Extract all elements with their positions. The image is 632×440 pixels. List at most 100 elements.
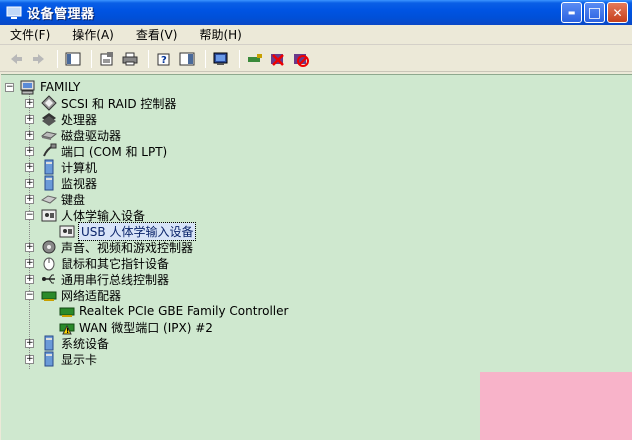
expand-toggle[interactable]: + — [25, 339, 34, 348]
processor-icon — [41, 111, 57, 127]
minimize-button[interactable]: ▬ — [561, 2, 582, 23]
hid-device-icon — [59, 223, 75, 239]
close-button[interactable]: ✕ — [607, 2, 628, 23]
menu-bar: 文件(F) 操作(A) 查看(V) 帮助(H) — [0, 25, 632, 45]
uninstall-device-button[interactable] — [291, 49, 311, 69]
menu-help[interactable]: 帮助(H) — [193, 26, 247, 43]
tree-item-label: 鼠标和其它指针设备 — [61, 256, 170, 271]
tree-item-disk[interactable]: + 磁盘驱动器 — [25, 127, 121, 143]
forward-button[interactable] — [29, 49, 49, 69]
properties-button[interactable] — [97, 49, 117, 69]
help-button[interactable]: ? — [154, 49, 174, 69]
tree-item-label: 处理器 — [61, 112, 98, 127]
forward-icon — [33, 53, 44, 64]
system-device-icon — [41, 335, 57, 351]
collapse-toggle[interactable]: − — [25, 291, 34, 300]
warning-network-icon: ! — [59, 319, 75, 335]
expand-toggle[interactable]: + — [25, 195, 34, 204]
back-button[interactable] — [6, 49, 26, 69]
mouse-icon — [41, 255, 57, 271]
expand-toggle[interactable]: + — [25, 147, 34, 156]
expand-toggle[interactable]: + — [25, 131, 34, 140]
usb-icon — [41, 271, 57, 287]
expand-toggle[interactable]: + — [25, 243, 34, 252]
network-adapter-icon — [41, 287, 57, 303]
tree-item-network[interactable]: − 网络适配器 — [25, 287, 121, 303]
menu-view[interactable]: 查看(V) — [130, 26, 184, 43]
console-tree-icon — [65, 52, 81, 65]
maximize-button[interactable]: □ — [584, 2, 605, 23]
expand-toggle[interactable]: + — [25, 163, 34, 172]
tree-item-label: 网络适配器 — [61, 288, 122, 303]
tree-item-usb-hid[interactable]: USB 人体学输入设备 — [59, 221, 197, 241]
display-adapter-icon — [41, 351, 57, 367]
tree-item-system[interactable]: + 系统设备 — [25, 335, 109, 351]
computer-icon — [41, 159, 57, 175]
print-button[interactable] — [120, 49, 140, 69]
menu-action[interactable]: 操作(A) — [66, 26, 120, 43]
title-bar: 设备管理器 ▬ □ ✕ — [0, 0, 632, 25]
tree-item-label: 计算机 — [61, 160, 98, 175]
expand-toggle[interactable]: + — [25, 259, 34, 268]
scsi-controller-icon — [41, 95, 57, 111]
tree-item-hid[interactable]: − 人体学输入设备 — [25, 207, 145, 223]
tree-item-ports[interactable]: + 端口 (COM 和 LPT) — [25, 143, 167, 159]
update-driver-icon — [248, 53, 262, 62]
tree-item-label: 端口 (COM 和 LPT) — [61, 144, 168, 159]
back-icon — [11, 53, 22, 64]
tree-item-sound[interactable]: + 声音、视频和游戏控制器 — [25, 239, 193, 255]
tree-item-monitor[interactable]: + 监视器 — [25, 175, 97, 191]
port-icon — [41, 143, 57, 159]
tree-item-label: 通用串行总线控制器 — [61, 272, 170, 287]
network-card-icon — [59, 303, 75, 319]
minimize-icon: ▬ — [567, 8, 576, 17]
computer-icon — [20, 79, 36, 95]
expand-toggle[interactable]: + — [25, 355, 34, 364]
tree-item-display[interactable]: + 显示卡 — [25, 351, 97, 367]
tree-item-label: 键盘 — [61, 192, 86, 207]
show-hide-button[interactable] — [177, 49, 197, 69]
expand-toggle[interactable]: + — [25, 115, 34, 124]
tree-item-label: 系统设备 — [61, 336, 110, 351]
hid-icon — [41, 207, 57, 223]
close-icon: ✕ — [612, 5, 623, 20]
tree-item-computer[interactable]: + 计算机 — [25, 159, 97, 175]
tree-root[interactable]: − FAMILY — [4, 79, 80, 95]
disable-device-button[interactable] — [268, 49, 288, 69]
tree-root-label: FAMILY — [40, 80, 81, 94]
sound-icon — [41, 239, 57, 255]
help-icon: ? — [157, 53, 170, 66]
keyboard-icon — [40, 191, 58, 207]
disable-device-icon — [271, 53, 284, 66]
expand-toggle[interactable]: + — [25, 99, 34, 108]
tree-item-mouse[interactable]: + 鼠标和其它指针设备 — [25, 255, 169, 271]
tree-item-usb[interactable]: + 通用串行总线控制器 — [25, 271, 169, 287]
tree-item-label: 磁盘驱动器 — [61, 128, 122, 143]
properties-icon — [100, 51, 113, 65]
tree-item-realtek[interactable]: Realtek PCIe GBE Family Controller — [59, 303, 288, 319]
expand-toggle[interactable]: + — [25, 275, 34, 284]
tree-item-label: SCSI 和 RAID 控制器 — [61, 96, 177, 111]
collapse-toggle[interactable]: − — [25, 211, 34, 220]
tree-item-label: 显示卡 — [61, 352, 98, 367]
tree-item-label: USB 人体学输入设备 — [77, 221, 197, 241]
svg-text:?: ? — [161, 55, 167, 66]
tree-item-label: WAN 微型端口 (IPX) #2 — [79, 320, 213, 335]
maximize-icon: □ — [587, 4, 602, 21]
print-icon — [122, 52, 138, 65]
monitor-icon — [41, 175, 57, 191]
toolbar: ? — [0, 46, 632, 72]
update-driver-button[interactable] — [245, 49, 265, 69]
menu-file[interactable]: 文件(F) — [4, 26, 56, 43]
console-tree-button[interactable] — [63, 49, 83, 69]
tree-item-keyboard[interactable]: + 键盘 — [25, 191, 85, 207]
tree-item-wan[interactable]: ! WAN 微型端口 (IPX) #2 — [59, 319, 213, 335]
expand-toggle[interactable]: + — [25, 179, 34, 188]
tree-item-processor[interactable]: + 处理器 — [25, 111, 97, 127]
show-hide-icon — [179, 52, 195, 65]
tree-item-label: 监视器 — [61, 176, 98, 191]
disk-drive-icon — [40, 127, 58, 143]
tree-item-scsi[interactable]: + SCSI 和 RAID 控制器 — [25, 95, 176, 111]
collapse-toggle[interactable]: − — [5, 83, 14, 92]
scan-hardware-button[interactable] — [211, 49, 231, 69]
